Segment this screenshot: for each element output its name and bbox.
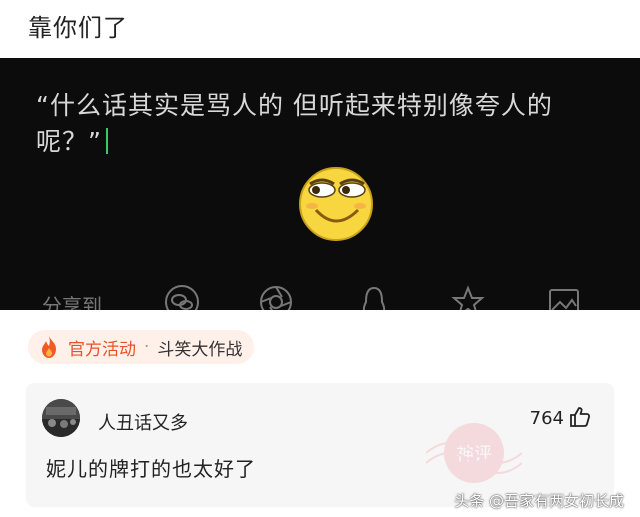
star-icon[interactable] <box>450 284 486 310</box>
post-image[interactable]: “什么话其实是骂人的 但听起来特别像夸人的呢？” 分享到 <box>0 58 640 310</box>
activity-topic[interactable]: 斗笑大作战 <box>157 335 242 360</box>
god-comment-stamp: 神评 <box>426 423 522 483</box>
activity-label: 官方活动 <box>68 339 136 360</box>
like-count: 764 <box>529 408 564 429</box>
thumbs-up-icon[interactable] <box>568 405 592 429</box>
comment-username[interactable]: 人丑话又多 <box>98 409 188 435</box>
activity-tag[interactable]: 官方活动 · 斗笑大作战 <box>28 329 255 365</box>
quote-text: “什么话其实是骂人的 但听起来特别像夸人的呢？” <box>36 88 606 160</box>
avatar[interactable] <box>42 399 80 437</box>
quote-string: “什么话其实是骂人的 但听起来特别像夸人的呢？” <box>36 91 553 156</box>
image-icon[interactable] <box>546 284 582 310</box>
activity-pill[interactable]: 官方活动 · 斗笑大作战 <box>28 330 255 364</box>
top-comment[interactable]: 人丑话又多 764 妮儿的牌打的也太好了 神评 <box>26 383 614 507</box>
post-title: 靠你们了 <box>28 14 128 42</box>
watermark: 头条 @吾家有两女初长成 <box>454 492 624 510</box>
share-label: 分享到 <box>42 294 102 310</box>
text-caret <box>105 128 108 154</box>
share-row: 分享到 <box>0 278 640 310</box>
qq-icon[interactable] <box>356 284 392 310</box>
comment-text: 妮儿的牌打的也太好了 <box>46 457 256 481</box>
wechat-icon[interactable] <box>164 284 200 310</box>
moments-icon[interactable] <box>258 284 294 310</box>
smirk-emoji-icon <box>299 167 373 241</box>
activity-separator: · <box>144 337 150 357</box>
avatar-image <box>42 399 80 437</box>
flame-icon <box>42 336 56 358</box>
